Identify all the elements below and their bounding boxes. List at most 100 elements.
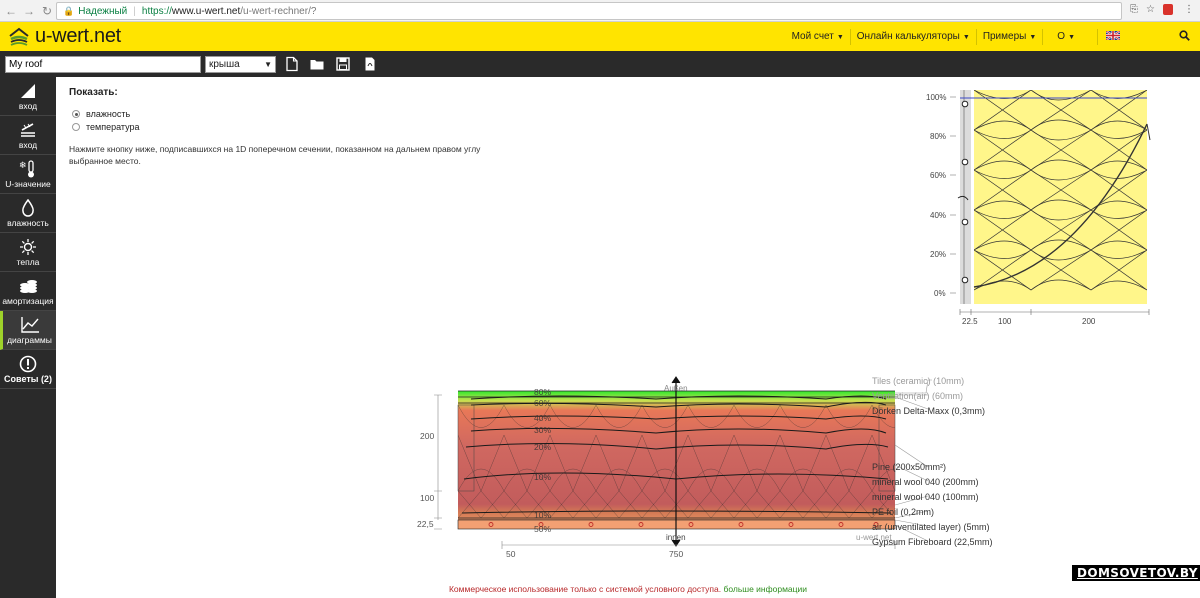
layer-label[interactable]: mineral wool 040 (100mm) xyxy=(872,490,993,505)
marker xyxy=(961,158,969,166)
layer-label[interactable]: PE foil (0,2mm) xyxy=(872,505,993,520)
project-toolbar: крыша ▼ xyxy=(0,51,1200,77)
caret-down-icon: ▼ xyxy=(1068,33,1075,41)
svg-text:750: 750 xyxy=(669,549,683,559)
site-logo[interactable]: u-wert.net xyxy=(8,25,121,48)
svg-text:100%: 100% xyxy=(926,93,946,102)
secure-label: Надежный xyxy=(78,5,128,17)
menu-examples[interactable]: Примеры ▼ xyxy=(977,28,1044,45)
sidebar-item-input-roof[interactable]: вход xyxy=(0,77,56,116)
logo-text: u-wert.net xyxy=(35,25,121,47)
star-icon[interactable]: ☆ xyxy=(1146,4,1155,15)
radio-temperature[interactable] xyxy=(72,123,80,131)
marker xyxy=(961,218,969,226)
sidebar-item-charts[interactable]: диаграммы xyxy=(0,311,56,350)
svg-text:200: 200 xyxy=(420,431,434,441)
pdf-export-icon[interactable] xyxy=(362,56,378,72)
menu-icon[interactable]: ⋮ xyxy=(1184,4,1194,15)
svg-text:50: 50 xyxy=(506,549,516,559)
layer-label[interactable]: air (unventilated layer) (5mm) xyxy=(872,520,993,535)
svg-text:50%: 50% xyxy=(534,524,551,534)
construction-type-select[interactable]: крыша ▼ xyxy=(205,56,276,73)
svg-text:100: 100 xyxy=(420,493,434,503)
left-dimensions: 200 100 22,5 xyxy=(417,394,442,530)
thermometer-icon: ❄ xyxy=(0,158,56,179)
save-icon[interactable] xyxy=(335,56,351,72)
search-icon[interactable] xyxy=(1179,30,1190,44)
sun-icon xyxy=(0,236,56,257)
translate-icon[interactable]: ⎘ xyxy=(1130,4,1138,15)
layer-label[interactable]: Gypsum Fibreboard (22,5mm) xyxy=(872,535,993,550)
back-icon[interactable]: ← xyxy=(4,4,18,18)
svg-text:0%: 0% xyxy=(934,289,946,298)
url-path: /u-wert-rechner/? xyxy=(240,5,317,17)
svg-text:100: 100 xyxy=(998,317,1012,326)
footer-note: Коммерческое использование только с сист… xyxy=(56,584,1200,594)
project-name-input[interactable] xyxy=(5,56,201,73)
address-bar[interactable]: 🔒 Надежный | https:// www.u-wert.net /u-… xyxy=(56,2,1122,20)
language-switch[interactable] xyxy=(1098,29,1128,45)
footer-text: Коммерческое использование только с сист… xyxy=(448,584,722,594)
layer-label[interactable]: mineral wool 040 (200mm) xyxy=(872,475,993,490)
sidebar: вход вход ❄ U-значение влажность тепла а… xyxy=(0,77,56,598)
instruction-text: Нажмите кнопку ниже, подписавшихся на 1D… xyxy=(69,144,481,166)
svg-text:10%: 10% xyxy=(534,510,551,520)
layer-label[interactable]: Ventilation(air) (60mm) xyxy=(872,389,993,404)
more-info-link[interactable]: больше информации xyxy=(723,584,807,594)
svg-text:22,5: 22,5 xyxy=(417,519,434,529)
layer-label[interactable]: Dörken Delta-Maxx (0,3mm) xyxy=(872,404,993,419)
svg-text:40%: 40% xyxy=(930,211,946,220)
menu-account[interactable]: Мой счет ▼ xyxy=(786,28,851,45)
reload-icon[interactable]: ↻ xyxy=(40,4,54,18)
bottom-dimensions: 50 750 xyxy=(501,541,896,559)
inside-label: innen xyxy=(666,533,686,542)
svg-text:30%: 30% xyxy=(534,425,551,435)
svg-text:20%: 20% xyxy=(534,442,551,452)
svg-text:80%: 80% xyxy=(930,132,946,141)
url-host: www.u-wert.net xyxy=(171,5,241,17)
chevron-down-icon: ▼ xyxy=(264,60,272,69)
svg-text:22.5: 22.5 xyxy=(962,317,978,326)
sidebar-item-input-layers[interactable]: вход xyxy=(0,116,56,155)
layers-icon xyxy=(0,119,56,140)
caret-down-icon: ▼ xyxy=(962,33,970,41)
chart-icon xyxy=(3,314,56,335)
svg-text:40%: 40% xyxy=(534,413,551,423)
sidebar-item-amortization[interactable]: амортизация xyxy=(0,272,56,311)
option-temperature[interactable]: температура xyxy=(72,122,140,132)
uk-flag-icon xyxy=(1106,31,1120,41)
site-header: u-wert.net Мой счет ▼ Онлайн калькуляторы… xyxy=(0,22,1200,51)
top-menu: Мой счет ▼ Онлайн калькуляторы ▼ Примеры ▼ … xyxy=(786,22,1128,51)
open-folder-icon[interactable] xyxy=(309,56,325,72)
sidebar-item-tips[interactable]: Советы (2) xyxy=(0,350,56,389)
option-moisture[interactable]: влажность xyxy=(72,109,130,119)
radio-moisture[interactable] xyxy=(72,110,80,118)
logo-icon xyxy=(8,27,30,47)
menu-calculators[interactable]: Онлайн калькуляторы ▼ xyxy=(851,28,977,45)
sidebar-item-moisture[interactable]: влажность xyxy=(0,194,56,233)
url-protocol: https:// xyxy=(141,5,172,17)
sidebar-item-u-value[interactable]: ❄ U-значение xyxy=(0,155,56,194)
sidebar-item-heat[interactable]: тепла xyxy=(0,233,56,272)
coins-icon xyxy=(0,275,56,296)
svg-text:20%: 20% xyxy=(930,250,946,259)
svg-text:❄: ❄ xyxy=(19,160,27,170)
svg-text:200: 200 xyxy=(1082,317,1096,326)
moisture-profile-chart[interactable]: 100% 80% 60% 40% 20% 0% 22.5 100 200 xyxy=(906,82,1156,337)
new-file-icon[interactable] xyxy=(284,56,300,72)
exclamation-icon xyxy=(0,353,56,374)
y-axis: 100% 80% 60% 40% 20% 0% xyxy=(926,93,956,298)
svg-text:60%: 60% xyxy=(534,398,551,408)
main-content: Показать: влажность температура Нажмите … xyxy=(56,77,1200,598)
marker xyxy=(961,276,969,284)
layer-label[interactable]: Pine (200x50mm²) xyxy=(872,460,993,475)
layer-legend: Tiles (ceramic) (10mm) Ventilation(air) … xyxy=(872,374,993,550)
extension-icon[interactable] xyxy=(1163,4,1173,15)
outside-label: Außen xyxy=(664,384,688,393)
forward-icon[interactable]: → xyxy=(22,4,36,18)
lock-icon: 🔒 xyxy=(63,5,75,16)
menu-about[interactable]: О ▼ xyxy=(1043,28,1098,45)
layer-label[interactable]: Tiles (ceramic) (10mm) xyxy=(872,374,993,389)
roof-icon xyxy=(0,80,56,101)
caret-down-icon: ▼ xyxy=(1029,33,1037,41)
